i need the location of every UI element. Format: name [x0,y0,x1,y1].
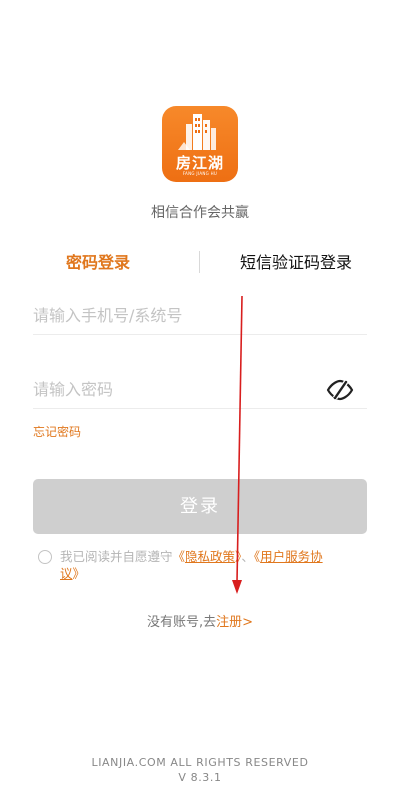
app-logo: 房江湖 FANG JIANG HU [162,106,238,182]
footer-copyright: LIANJIA.COM ALL RIGHTS RESERVED [91,756,309,769]
logo-text: 房江湖 [175,154,224,172]
agreement-separator: 、 [241,549,254,564]
slogan: 相信合作会共赢 [151,205,249,221]
privacy-policy-link[interactable]: 《隐私政策》 [173,549,242,564]
forgot-password-link[interactable]: 忘记密码 [33,423,81,440]
tab-divider [199,251,200,273]
tab-sms-login[interactable]: 短信验证码登录 [240,253,352,273]
footer-version: V 8.3.1 [178,771,222,784]
logo-subtext: FANG JIANG HU [182,171,218,176]
register-prompt: 没有账号,去 [146,615,217,630]
agreement-text: 我已阅读并自愿遵守《隐私政策》、《用户服务协 议》 [60,548,360,582]
password-field-container [33,372,367,409]
phone-input[interactable] [33,298,313,332]
eye-off-icon[interactable] [325,376,355,404]
login-screen: 房江湖 FANG JIANG HU 相信合作会共赢 密码登录 短信验证码登录 忘… [0,0,400,795]
agreement-checkbox[interactable] [38,550,52,564]
tab-password-login[interactable]: 密码登录 [66,253,130,273]
register-link[interactable]: 注册> [216,615,253,630]
agreement-prefix: 我已阅读并自愿遵守 [60,549,173,564]
password-input[interactable] [33,372,313,406]
phone-field-container [33,298,367,335]
login-button[interactable]: 登录 [33,479,367,534]
register-row: 没有账号,去注册> [0,611,400,630]
